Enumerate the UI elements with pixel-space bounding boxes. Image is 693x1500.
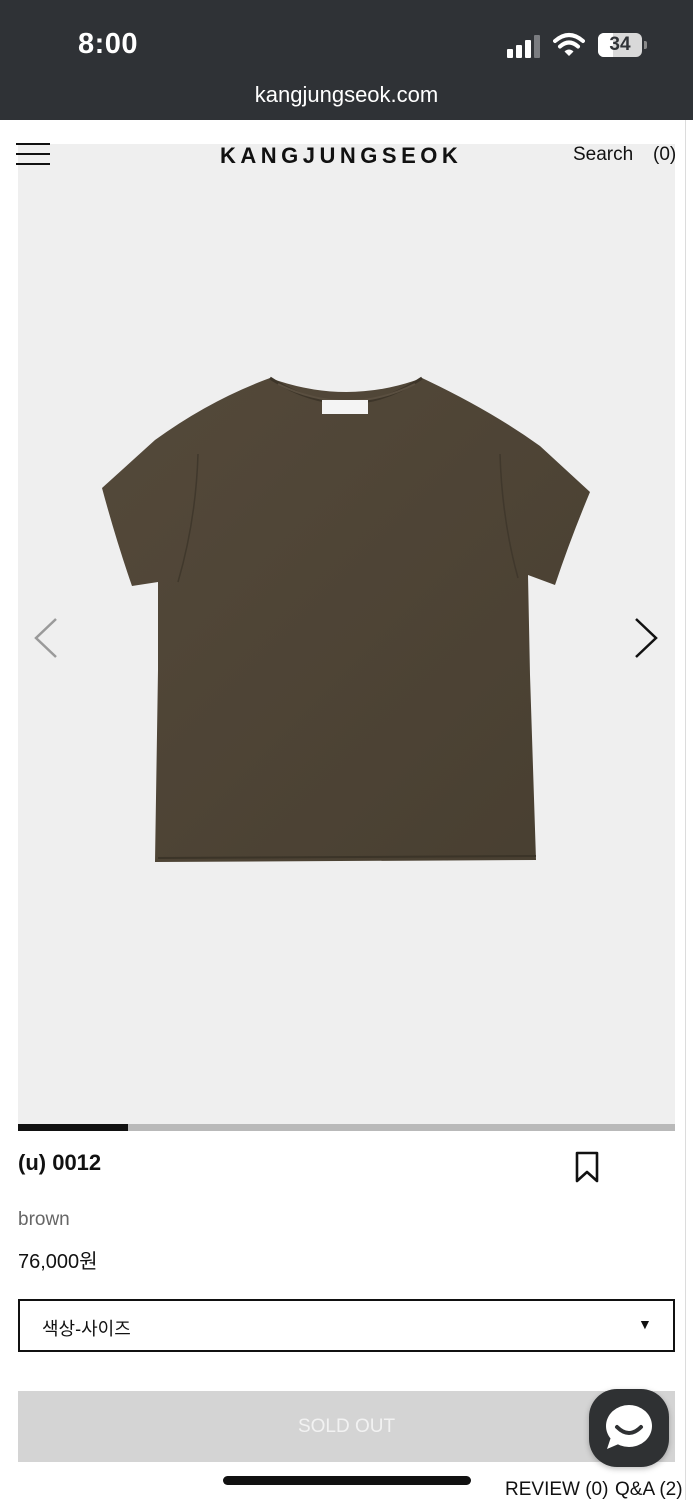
status-time: 8:00: [78, 28, 139, 60]
battery-icon: 34: [598, 33, 642, 57]
product-color: brown: [18, 1209, 70, 1230]
color-size-select[interactable]: 색상-사이즈 ▼: [18, 1299, 675, 1352]
chevron-right-icon[interactable]: [630, 614, 662, 662]
cart-count-link[interactable]: (0): [653, 144, 676, 166]
site-logo[interactable]: KANGJUNGSEOK: [220, 143, 462, 169]
gallery-progress-fill: [18, 1124, 128, 1131]
chat-icon: [601, 1401, 657, 1455]
page-scroll-edge: [685, 120, 686, 1500]
caret-down-icon: ▼: [638, 1316, 652, 1332]
browser-top-bar: 8:00 34 kangjungseok.com: [0, 0, 693, 120]
home-indicator[interactable]: [223, 1476, 471, 1485]
search-link[interactable]: Search: [573, 144, 633, 166]
cellular-signal-icon: [507, 34, 543, 58]
tab-qna[interactable]: Q&A (2): [615, 1479, 683, 1500]
sold-out-label: SOLD OUT: [297, 1416, 396, 1437]
battery-percent: 34: [609, 34, 631, 55]
product-image: [100, 370, 595, 870]
bookmark-icon[interactable]: [574, 1150, 600, 1184]
address-bar-url[interactable]: kangjungseok.com: [0, 82, 693, 108]
option-select-label: 색상-사이즈: [42, 1319, 131, 1339]
wifi-icon: [553, 32, 585, 58]
battery-tip: [644, 41, 647, 49]
gallery-progress-bar: [18, 1124, 675, 1131]
product-name: (u) 0012: [18, 1150, 102, 1175]
tab-review[interactable]: REVIEW (0): [505, 1479, 608, 1500]
sold-out-button[interactable]: SOLD OUT: [18, 1391, 675, 1462]
chevron-left-icon[interactable]: [30, 614, 62, 662]
chat-button[interactable]: [589, 1389, 669, 1467]
hamburger-icon[interactable]: [16, 143, 50, 167]
product-price: 76,000원: [18, 1251, 98, 1273]
